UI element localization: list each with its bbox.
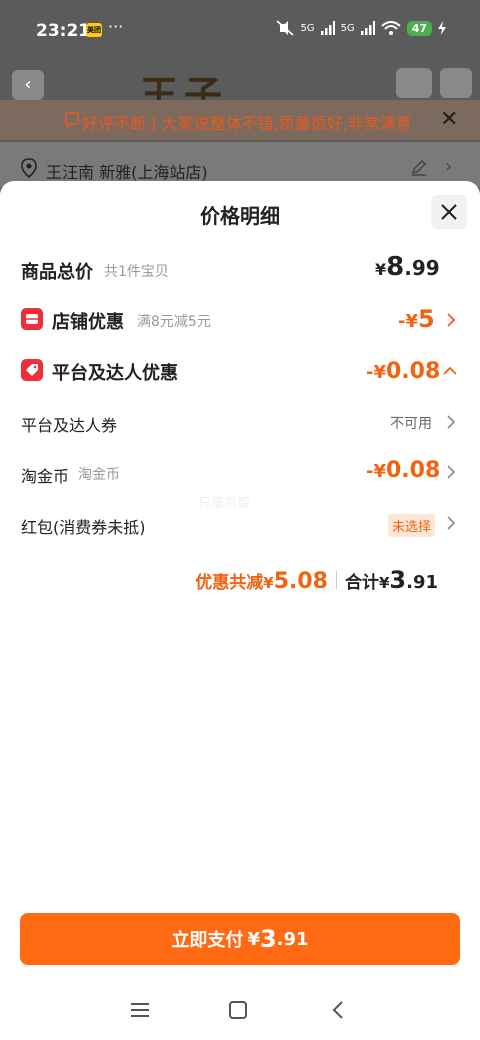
platform-discount-label: 平台及达人优惠: [52, 363, 178, 384]
grand-total-label: 合计: [344, 573, 379, 593]
store-discount-value[interactable]: -¥5: [398, 305, 435, 333]
platform-coupon-chevron-right-icon[interactable]: [446, 415, 456, 429]
wifi-icon: [381, 21, 401, 35]
total-price: ¥8.99: [375, 252, 440, 282]
grand-total-dec: .91: [406, 572, 438, 593]
total-int: 8: [386, 252, 405, 282]
battery-icon: 47: [406, 20, 432, 36]
location-pin-icon: [21, 158, 37, 178]
total-yen: ¥: [375, 260, 387, 279]
address-text: 王汪南 新雅(上海站店): [46, 163, 208, 182]
pay-now-button[interactable]: 立即支付 ¥ 3 .91: [20, 913, 460, 965]
address-chevron-right-icon: ›: [445, 156, 453, 177]
platform-coupon-status: 不可用: [390, 416, 432, 432]
store-discount-sub: 满8元减5元: [137, 314, 211, 330]
red-packet-chevron-right-icon[interactable]: [446, 516, 456, 530]
status-time: 23:21: [36, 21, 91, 41]
signal-2-label: 5G: [340, 22, 355, 34]
platform-discount-amount: 0.08: [386, 359, 441, 384]
total-sub: 共1件宝贝: [104, 264, 169, 280]
platform-coupon-label: 平台及达人券: [21, 416, 118, 435]
discount-total-label: 优惠共减: [195, 573, 264, 593]
discount-total-yen: ¥: [263, 574, 274, 592]
signal-1-icon: [320, 21, 335, 35]
signal-2-icon: [360, 21, 375, 35]
pay-now-int: 3: [259, 925, 277, 953]
charging-icon: [438, 21, 446, 35]
store-icon: [21, 308, 43, 330]
comment-icon: [65, 112, 79, 128]
taojin-chevron-right-icon[interactable]: [446, 465, 456, 479]
mute-icon: [276, 20, 294, 36]
close-sheet-button[interactable]: [431, 195, 467, 229]
platform-discount-prefix: -¥: [366, 362, 386, 383]
taojin-label: 淘金币: [21, 467, 70, 486]
back-button-bg: ‹: [12, 70, 44, 100]
grand-total-yen: ¥: [378, 574, 390, 592]
price-summary: 优惠共减 ¥ 5.08 合计 ¥ 3 .91: [195, 566, 438, 594]
grand-total-int: 3: [389, 566, 407, 594]
store-discount-amount: 5: [418, 305, 435, 333]
cart-icon: [396, 68, 432, 98]
notice-text: 好评不断 | 大家说整体不错,质量很好,非常满意: [82, 114, 412, 133]
discount-total-value: 5.08: [273, 569, 328, 594]
signal-1-label: 5G: [300, 22, 315, 34]
coupon-tag-icon: [21, 359, 43, 381]
platform-discount-value[interactable]: -¥0.08: [366, 359, 440, 384]
taojin-prefix: -¥: [366, 461, 386, 482]
store-discount-chevron-right-icon[interactable]: [446, 313, 456, 327]
watermark: 只猫京智: [198, 496, 251, 511]
pay-now-label: 立即支付: [171, 930, 244, 951]
system-icons: 5G 5G 47: [276, 20, 446, 36]
status-bar: 23:21 美团 ··· 5G 5G 47: [0, 0, 480, 62]
close-icon: [441, 204, 457, 220]
taojin-value[interactable]: -¥0.08: [366, 458, 440, 483]
sheet-title: 价格明细: [200, 204, 280, 228]
total-dec: .99: [404, 256, 440, 280]
pay-now-dec: .91: [276, 928, 309, 950]
home-icon[interactable]: [228, 1000, 248, 1020]
edit-icon: [411, 159, 427, 176]
chevron-up-icon[interactable]: [443, 366, 457, 376]
app-badge-icon: 美团: [86, 23, 102, 37]
summary-divider: [335, 571, 337, 589]
red-packet-status[interactable]: 未选择: [388, 514, 436, 537]
total-label: 商品总价: [21, 262, 93, 283]
close-notice-icon: ✕: [440, 107, 459, 132]
store-discount-label: 店铺优惠: [52, 312, 124, 333]
menu-icon: [440, 68, 472, 98]
red-packet-label: 红包(消费券未抵): [21, 518, 146, 537]
back-icon[interactable]: [330, 1000, 346, 1020]
taojin-amount: 0.08: [386, 458, 441, 483]
recent-apps-icon[interactable]: [130, 1000, 150, 1020]
more-notifications-icon: ···: [108, 17, 124, 36]
store-discount-prefix: -¥: [398, 311, 418, 332]
taojin-sub: 淘金币: [78, 467, 120, 483]
pay-now-yen: ¥: [247, 928, 260, 950]
